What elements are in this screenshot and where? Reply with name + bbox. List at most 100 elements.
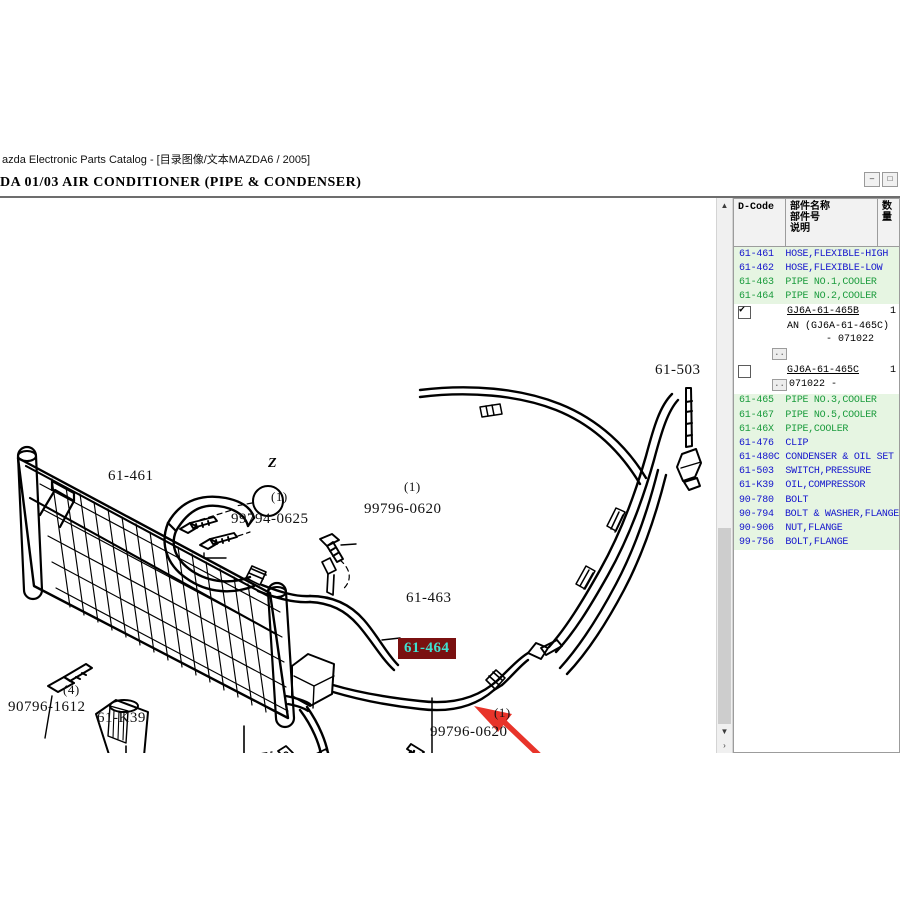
detail-a-expander-wrap[interactable]: ..: [772, 348, 787, 360]
column-header-part-name-l3: 说明: [790, 224, 875, 235]
parts-row[interactable]: 61-463PIPE NO.1,COOLER: [734, 275, 899, 289]
parts-row-name: PIPE NO.5,COOLER: [785, 410, 899, 421]
detail-b-date: 071022 -: [789, 379, 837, 390]
parts-row[interactable]: 99-756BOLT,FLANGE: [734, 536, 899, 550]
parts-row[interactable]: 90-906NUT,FLANGE: [734, 521, 899, 535]
column-header-part-name-l2: 部件号: [790, 213, 875, 224]
detail-a-quantity: 1: [890, 306, 896, 317]
diagram-label-99796-0620: 99796-0620: [364, 501, 442, 518]
parts-row-name: OIL,COMPRESSOR: [785, 480, 899, 491]
parts-list-header: D-Code 部件名称 部件号 说明 数 量: [734, 199, 899, 247]
parts-row-code: 61-K39: [734, 480, 785, 491]
detail-b-part-number[interactable]: GJ6A-61-465C: [787, 365, 859, 376]
parts-row-code: 61-476: [734, 438, 785, 449]
parts-row-name: HOSE,FLEXIBLE-HIGH: [785, 249, 899, 260]
parts-row[interactable]: 61-480CCONDENSER & OIL SET: [734, 451, 899, 465]
diagram-label-61-463: 61-463: [406, 590, 452, 607]
diagram-label-99794-0625: 99794-0625: [231, 511, 309, 528]
diagram-label-61-480C: 61-480C: [115, 752, 171, 753]
parts-row-code: 90-780: [734, 495, 785, 506]
column-header-part-name[interactable]: 部件名称 部件号 说明: [786, 199, 878, 246]
parts-rows-top: 61-461HOSE,FLEXIBLE-HIGH61-462HOSE,FLEXI…: [734, 247, 899, 304]
detail-b-expander[interactable]: ..: [772, 379, 787, 391]
detail-a-part-number[interactable]: GJ6A-61-465B: [787, 306, 859, 317]
diagram-label-99796-0620: 99796-0620: [430, 724, 508, 741]
parts-row-code: 61-461: [734, 249, 785, 260]
diagram-label-Z: Z: [268, 456, 277, 472]
parts-row-name: CONDENSER & OIL SET: [785, 452, 899, 463]
detail-b-quantity: 1: [890, 365, 896, 376]
diagram-label-90796-1612: 90796-1612: [8, 699, 86, 716]
window-controls[interactable]: – □: [864, 172, 898, 187]
parts-rows-bottom: 61-465PIPE NO.3,COOLER61-467PIPE NO.5,CO…: [734, 394, 899, 550]
window-title-bar: azda Electronic Parts Catalog - [目录图像/文本…: [0, 148, 900, 170]
parts-row[interactable]: 90-780BOLT: [734, 493, 899, 507]
column-header-dcode[interactable]: D-Code: [734, 199, 786, 246]
parts-row-name: NUT,FLANGE: [785, 523, 899, 534]
scroll-right-arrow[interactable]: ›: [717, 738, 732, 753]
diagram-label-1: (1): [494, 705, 511, 721]
parts-row-code: 61-46X: [734, 424, 785, 435]
detail-b-checkbox-wrap[interactable]: [734, 365, 751, 382]
parts-row-code: 61-465: [734, 395, 785, 406]
part-detail-row-a[interactable]: GJ6A-61-465B 1 AN (GJ6A-61-465C) - 07102…: [734, 304, 899, 364]
column-header-quantity[interactable]: 数 量: [878, 199, 899, 246]
parts-row-code: 61-480C: [734, 452, 785, 463]
parts-row-code: 90-794: [734, 509, 785, 520]
parts-row[interactable]: 61-46XPIPE,COOLER: [734, 422, 899, 436]
parts-row-name: BOLT: [785, 495, 899, 506]
parts-row[interactable]: 61-K39OIL,COMPRESSOR: [734, 479, 899, 493]
parts-row[interactable]: 61-461HOSE,FLEXIBLE-HIGH: [734, 247, 899, 261]
column-header-qty-l1: 数: [882, 202, 897, 213]
detail-a-date: - 071022: [826, 334, 874, 345]
parts-row-code: 61-462: [734, 263, 785, 274]
parts-diagram-pane[interactable]: 61-503 61-461 Z 99794-0625 (1) 99796-0620 (1) 6…: [0, 198, 716, 753]
scroll-up-arrow[interactable]: ▲: [717, 198, 732, 213]
parts-row-name: HOSE,FLEXIBLE-LOW: [785, 263, 899, 274]
diagram-label-61-461: 61-461: [108, 468, 154, 485]
parts-list-body[interactable]: 61-461HOSE,FLEXIBLE-HIGH61-462HOSE,FLEXI…: [734, 247, 899, 752]
epc-application-window: azda Electronic Parts Catalog - [目录图像/文本…: [0, 148, 900, 755]
parts-row[interactable]: 61-503SWITCH,PRESSURE: [734, 465, 899, 479]
parts-row-code: 61-464: [734, 291, 785, 302]
parts-row[interactable]: 90-794BOLT & WASHER,FLANGE: [734, 507, 899, 521]
window-title: azda Electronic Parts Catalog - [目录图像/文本…: [0, 151, 310, 167]
parts-row-name: PIPE NO.3,COOLER: [785, 395, 899, 406]
parts-row[interactable]: 61-462HOSE,FLEXIBLE-LOW: [734, 261, 899, 275]
diagram-label-highlighted[interactable]: 61-464: [398, 638, 456, 659]
detail-a-checkbox-wrap[interactable]: [734, 306, 751, 323]
column-header-qty-l2: 量: [882, 213, 897, 224]
parts-row-code: 90-906: [734, 523, 785, 534]
parts-row-code: 61-503: [734, 466, 785, 477]
parts-list-panel[interactable]: D-Code 部件名称 部件号 说明 数 量 61-461HOSE,FLEXIB…: [733, 198, 900, 753]
detail-a-checkbox[interactable]: [738, 306, 751, 319]
parts-row-name: PIPE NO.1,COOLER: [785, 277, 899, 288]
parts-row[interactable]: 61-464PIPE NO.2,COOLER: [734, 290, 899, 304]
parts-row-code: 99-756: [734, 537, 785, 548]
parts-row-code: 61-467: [734, 410, 785, 421]
diagram-vertical-scrollbar[interactable]: ▲ ▼ ›: [716, 198, 733, 753]
parts-row-name: SWITCH,PRESSURE: [785, 466, 899, 477]
parts-row[interactable]: 61-467PIPE NO.5,COOLER: [734, 408, 899, 422]
diagram-label-1: (1): [404, 479, 421, 495]
scroll-down-arrow[interactable]: ▼: [717, 724, 732, 739]
diagram-label-1: (1): [271, 489, 288, 505]
detail-b-expander-wrap[interactable]: ..: [772, 379, 787, 391]
parts-row[interactable]: 61-465PIPE NO.3,COOLER: [734, 394, 899, 408]
detail-a-note: AN (GJ6A-61-465C): [787, 321, 889, 332]
parts-row[interactable]: 61-476CLIP: [734, 436, 899, 450]
detail-b-checkbox[interactable]: [738, 365, 751, 378]
diagram-label-61-K39: 61-K39: [97, 710, 146, 727]
scroll-thumb[interactable]: [718, 528, 731, 728]
diagram-label-4: (4): [63, 682, 80, 698]
parts-row-name: PIPE NO.2,COOLER: [785, 291, 899, 302]
minimize-button[interactable]: –: [864, 172, 880, 187]
maximize-button[interactable]: □: [882, 172, 898, 187]
parts-row-name: PIPE,COOLER: [785, 424, 899, 435]
diagram-label-61-503: 61-503: [655, 362, 701, 379]
part-detail-row-b[interactable]: GJ6A-61-465C 1 .. 071022 -: [734, 364, 899, 394]
parts-row-name: BOLT,FLANGE: [785, 537, 899, 548]
detail-a-expander[interactable]: ..: [772, 348, 787, 360]
parts-row-name: BOLT & WASHER,FLANGE: [785, 509, 899, 520]
catalog-caption-title: DA 01/03 AIR CONDITIONER (PIPE & CONDENS…: [0, 175, 361, 191]
